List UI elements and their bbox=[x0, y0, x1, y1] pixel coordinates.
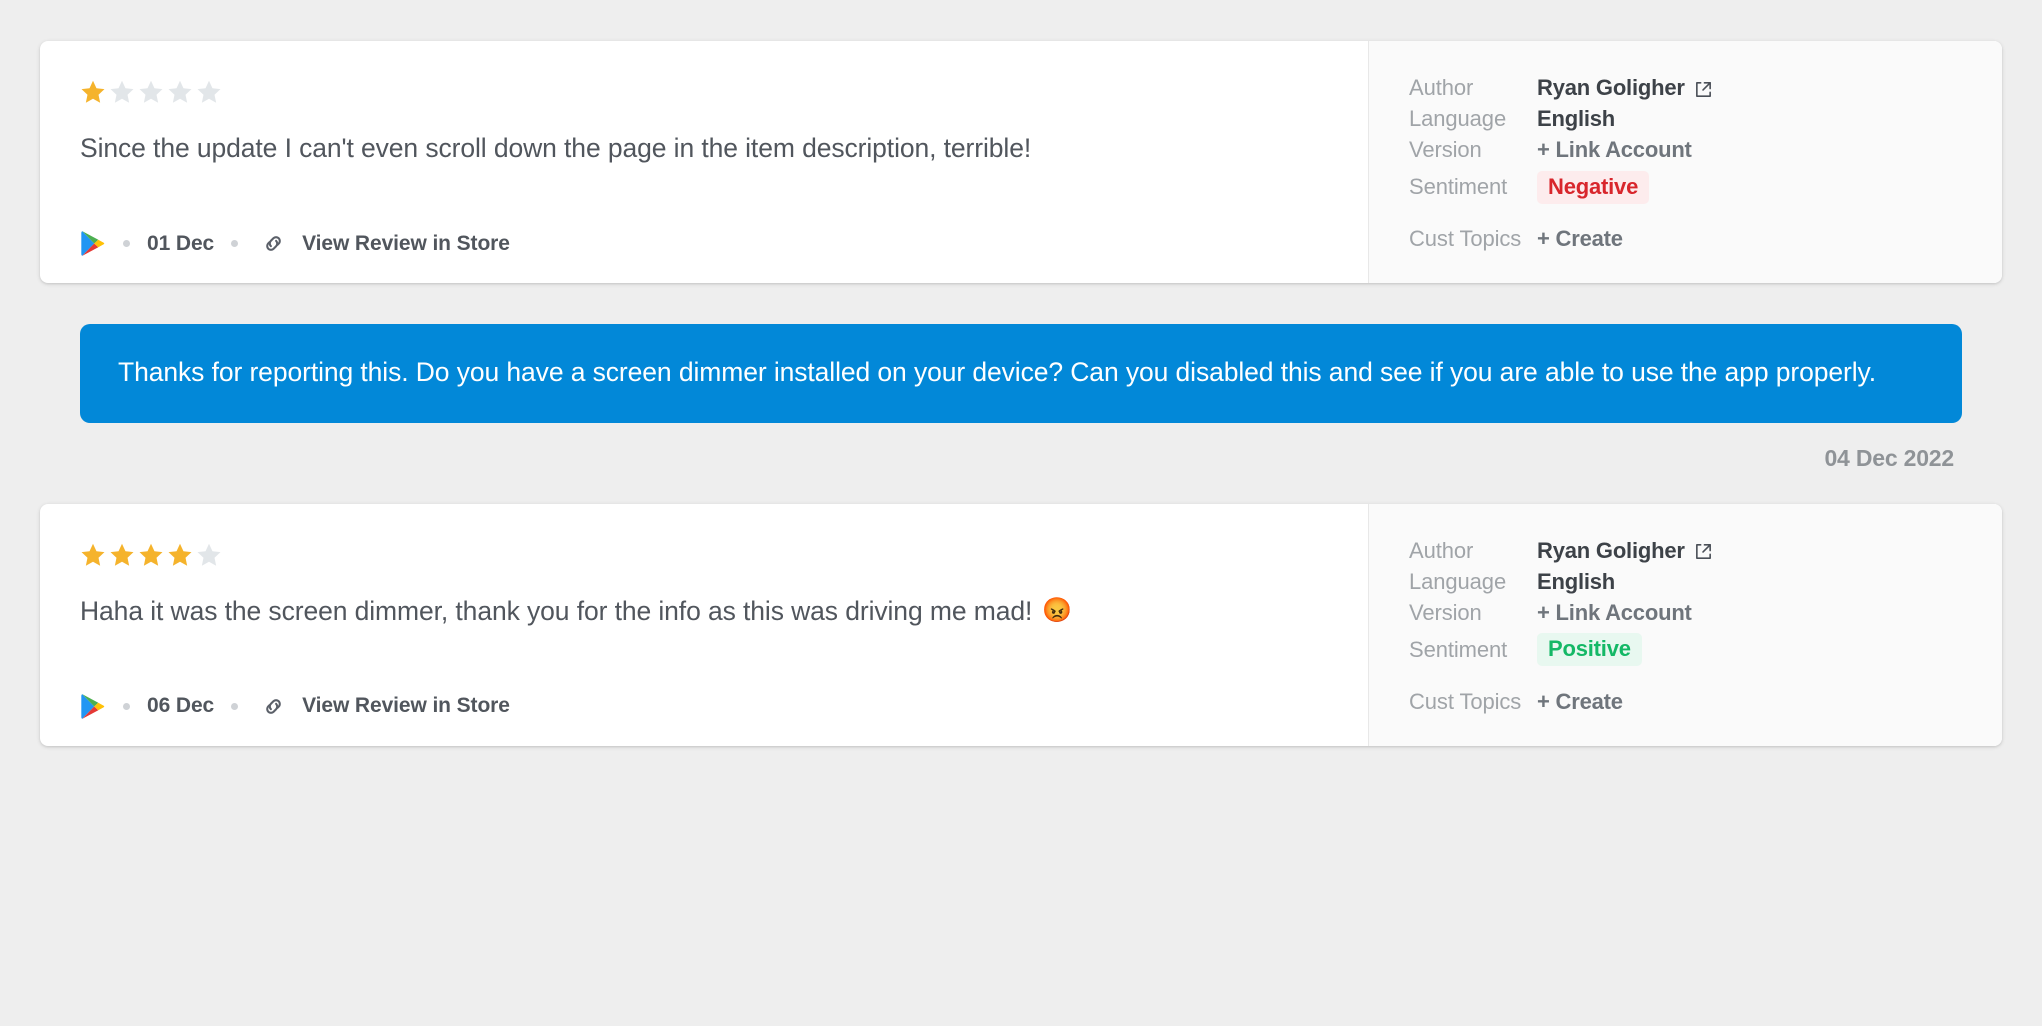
star-empty-icon bbox=[139, 80, 163, 103]
reply-date: 04 Dec 2022 bbox=[1824, 444, 1954, 471]
meta-label-cust-topics: Cust Topics bbox=[1409, 226, 1522, 251]
review-date: 01 Dec bbox=[147, 231, 215, 255]
sentiment-badge: Positive bbox=[1537, 633, 1642, 667]
meta-value-author: Ryan Goligher bbox=[1537, 538, 1713, 564]
star-empty-icon bbox=[110, 80, 134, 103]
meta-row-version: Version + Link Account bbox=[1409, 137, 2002, 168]
meta-label-author: Author bbox=[1409, 75, 1474, 100]
review-footer: 01 Dec View Review in Store bbox=[80, 182, 1328, 257]
google-play-icon bbox=[80, 230, 106, 257]
meta-label-language: Language bbox=[1409, 568, 1507, 594]
meta-label-version: Version bbox=[1409, 137, 1482, 162]
separator-dot bbox=[123, 240, 130, 247]
review-content: Haha it was the screen dimmer, thank you… bbox=[40, 504, 1368, 746]
meta-row-author: Author Ryan Goligher bbox=[1409, 538, 2002, 569]
author-name: Ryan Goligher bbox=[1537, 75, 1685, 100]
reply-section: Thanks for reporting this. Do you have a… bbox=[40, 324, 2002, 472]
review-emoji: 😡 bbox=[1042, 597, 1073, 625]
star-empty-icon bbox=[197, 543, 221, 566]
author-name: Ryan Goligher bbox=[1537, 537, 1685, 563]
sentiment-badge: Negative bbox=[1537, 170, 1650, 204]
meta-row-cust-topics: Cust Topics + Create bbox=[1409, 226, 2002, 257]
chain-link-icon[interactable] bbox=[255, 231, 286, 256]
review-content: Since the update I can't even scroll dow… bbox=[40, 41, 1368, 283]
star-filled-icon bbox=[81, 543, 105, 566]
review-body-text: Since the update I can't even scroll dow… bbox=[80, 133, 1032, 163]
separator-dot bbox=[231, 240, 239, 247]
star-filled-icon bbox=[168, 543, 192, 566]
separator-dot bbox=[231, 702, 239, 710]
review-card: Haha it was the screen dimmer, thank you… bbox=[40, 503, 2002, 746]
meta-row-cust-topics: Cust Topics + Create bbox=[1409, 689, 2002, 720]
star-filled-icon bbox=[81, 80, 105, 103]
meta-label-cust-topics: Cust Topics bbox=[1409, 688, 1522, 714]
meta-row-author: Author Ryan Goligher bbox=[1409, 75, 2002, 106]
link-account-button[interactable]: + Link Account bbox=[1537, 600, 1692, 626]
meta-row-language: Language English bbox=[1409, 106, 2002, 137]
meta-label-author: Author bbox=[1409, 537, 1474, 563]
star-filled-icon bbox=[139, 543, 163, 566]
chain-link-icon[interactable] bbox=[255, 694, 286, 719]
meta-value-language: English bbox=[1537, 568, 1616, 594]
reviews-page: Since the update I can't even scroll dow… bbox=[0, 0, 2042, 1026]
separator-dot bbox=[123, 702, 130, 710]
external-link-icon[interactable] bbox=[1694, 541, 1713, 560]
meta-value-language: English bbox=[1537, 106, 1616, 131]
view-review-in-store-link[interactable]: View Review in Store bbox=[302, 232, 510, 256]
review-metadata-panel: Author Ryan Goligher Language English Ve… bbox=[1368, 41, 2002, 283]
view-review-in-store-link[interactable]: View Review in Store bbox=[302, 694, 510, 718]
reply-bubble: Thanks for reporting this. Do you have a… bbox=[80, 324, 1962, 423]
review-card: Since the update I can't even scroll dow… bbox=[40, 41, 2002, 283]
meta-label-version: Version bbox=[1409, 599, 1482, 625]
star-rating bbox=[80, 542, 1328, 568]
meta-value-author: Ryan Goligher bbox=[1537, 75, 1713, 101]
review-body: Haha it was the screen dimmer, thank you… bbox=[80, 594, 1328, 630]
meta-row-sentiment: Sentiment Negative bbox=[1409, 168, 2002, 206]
create-topic-button[interactable]: + Create bbox=[1537, 689, 1623, 715]
meta-label-sentiment: Sentiment bbox=[1409, 174, 1508, 199]
meta-label-sentiment: Sentiment bbox=[1409, 636, 1508, 662]
meta-row-version: Version + Link Account bbox=[1409, 600, 2002, 631]
meta-label-language: Language bbox=[1409, 106, 1507, 131]
star-empty-icon bbox=[197, 80, 221, 103]
create-topic-button[interactable]: + Create bbox=[1537, 226, 1623, 252]
link-account-button[interactable]: + Link Account bbox=[1537, 137, 1692, 163]
review-date: 06 Dec bbox=[147, 694, 215, 718]
meta-row-sentiment: Sentiment Positive bbox=[1409, 631, 2002, 669]
star-empty-icon bbox=[168, 80, 192, 103]
meta-row-language: Language English bbox=[1409, 569, 2002, 600]
google-play-icon bbox=[80, 693, 106, 720]
star-filled-icon bbox=[110, 543, 134, 566]
review-footer: 06 Dec View Review in Store bbox=[80, 645, 1328, 720]
review-metadata-panel: Author Ryan Goligher Language English Ve… bbox=[1368, 503, 2002, 746]
review-body: Since the update I can't even scroll dow… bbox=[80, 131, 1328, 167]
star-rating bbox=[80, 79, 1328, 105]
review-body-text: Haha it was the screen dimmer, thank you… bbox=[80, 595, 1033, 626]
external-link-icon[interactable] bbox=[1694, 79, 1713, 98]
